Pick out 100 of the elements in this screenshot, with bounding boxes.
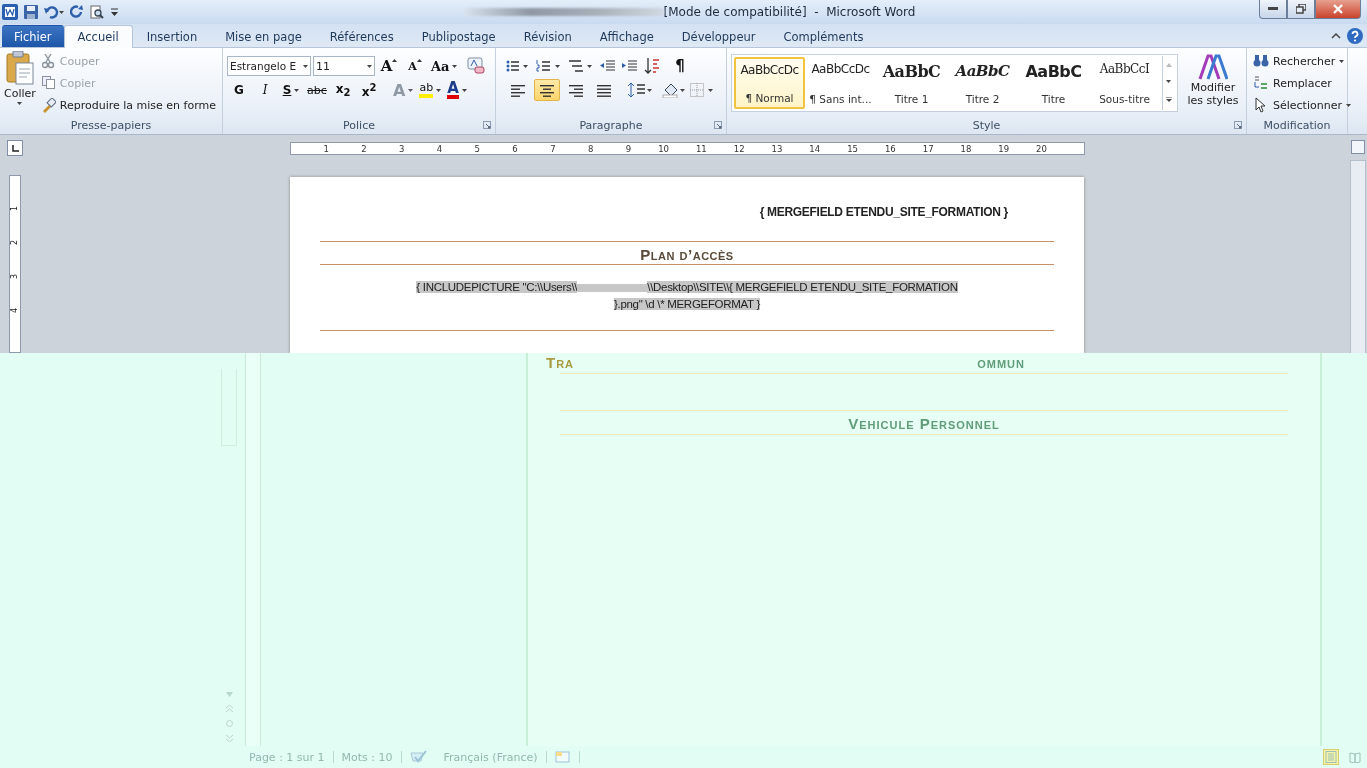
- clear-format-icon[interactable]: [466, 57, 485, 75]
- spellcheck-icon[interactable]: [409, 750, 428, 764]
- ruler-number: 16: [883, 143, 896, 154]
- ruler-number: 14: [808, 143, 821, 154]
- customize-toolbar-icon[interactable]: [110, 5, 120, 19]
- decrease-indent-icon[interactable]: [600, 59, 616, 73]
- caret-icon: [367, 64, 372, 68]
- print-preview-icon[interactable]: [90, 5, 104, 19]
- ruler-number: 4: [435, 143, 443, 154]
- clipboard-command[interactable]: Reproduire la mise en forme: [39, 95, 218, 115]
- bullets-icon[interactable]: [506, 59, 530, 73]
- group-label: Modification: [1263, 118, 1331, 132]
- group-label: Style: [972, 118, 1001, 132]
- help-icon[interactable]: [1347, 28, 1363, 44]
- minimize-button[interactable]: [1259, 0, 1287, 19]
- group-label: Police: [343, 118, 375, 132]
- close-icon: [1333, 4, 1343, 14]
- word-logo-icon[interactable]: [2, 4, 18, 20]
- change-styles-button[interactable]: Modifier les styles: [1184, 51, 1242, 116]
- ruler-number: 19: [997, 143, 1010, 154]
- strikethrough-button[interactable]: abc: [305, 80, 329, 100]
- page-icon: [1325, 751, 1337, 763]
- horizontal-ruler[interactable]: 1 2 3 4 5 6 7 8 9 10 11 12 13 14 15 16 17 18 19 20: [290, 142, 1085, 155]
- file-tab[interactable]: Fichier: [2, 25, 64, 47]
- restore-button[interactable]: [1287, 0, 1315, 19]
- paste-button[interactable]: Coller: [4, 51, 36, 116]
- align-lines-icon: [540, 83, 554, 97]
- caret-icon: [16, 102, 23, 106]
- ribbon-tab[interactable]: Développeur: [667, 25, 770, 47]
- ribbon-tab[interactable]: Références: [315, 25, 408, 47]
- increase-indent-icon[interactable]: [622, 59, 638, 73]
- align-center-button[interactable]: [534, 79, 560, 101]
- paintbrush-icon: [41, 97, 56, 113]
- change-case-button[interactable]: Aa: [429, 56, 459, 76]
- ruler-number: 3: [10, 273, 20, 280]
- align-lines-icon: [511, 83, 525, 97]
- dialog-launcher-icon[interactable]: [1234, 121, 1242, 129]
- dialog-launcher-icon[interactable]: [483, 121, 491, 129]
- window-title: [Mode de compatibilité] - Microsoft Word: [663, 5, 916, 19]
- style-item[interactable]: AaBbCcDc ¶ Normal: [734, 57, 805, 109]
- ruler-number: 9: [624, 143, 632, 154]
- dialog-launcher-icon[interactable]: [714, 121, 722, 129]
- caret-icon: [451, 64, 457, 68]
- line-spacing-icon[interactable]: [628, 82, 652, 98]
- style-item[interactable]: AaBbC Titre: [1018, 57, 1089, 109]
- numbering-icon[interactable]: [536, 59, 562, 73]
- undo-icon[interactable]: [44, 5, 64, 19]
- gallery-scroll[interactable]: [1162, 56, 1175, 110]
- view-ruler-button[interactable]: [1351, 140, 1365, 154]
- collapse-ribbon-icon[interactable]: [1331, 32, 1341, 40]
- ruler-number: 12: [732, 143, 745, 154]
- close-button[interactable]: [1315, 0, 1361, 19]
- bold-button[interactable]: G: [227, 80, 251, 100]
- style-item[interactable]: AaBbC Titre 1: [876, 57, 947, 109]
- underline-button[interactable]: S: [279, 80, 303, 100]
- ruler-number: 7: [549, 143, 556, 154]
- ribbon-tab[interactable]: Publipostage: [407, 25, 510, 47]
- ribbon-tab[interactable]: Compléments: [769, 25, 878, 47]
- multilevel-list-icon[interactable]: [568, 59, 594, 73]
- caret-icon: [461, 88, 467, 92]
- ruler-number: 5: [473, 143, 480, 154]
- sort-icon[interactable]: [644, 58, 662, 74]
- heading-fragment: Tra: [546, 353, 575, 371]
- ribbon-tab[interactable]: Révision: [509, 25, 586, 47]
- font-name-field[interactable]: Estrangelo E: [227, 56, 311, 76]
- styles-letters-icon: [1198, 53, 1228, 81]
- replace-icon: [1253, 75, 1269, 91]
- ribbon-tab[interactable]: Accueil: [63, 25, 133, 48]
- editing-command[interactable]: Rechercher: [1251, 51, 1343, 71]
- editing-command[interactable]: Remplacer: [1251, 73, 1343, 93]
- style-item[interactable]: AaBbC Titre 2: [947, 57, 1018, 109]
- section-heading: Plan d’accès: [639, 245, 735, 264]
- ribbon-tab[interactable]: Affichage: [585, 25, 668, 47]
- shading-icon[interactable]: [662, 82, 686, 98]
- ribbon-tab[interactable]: Insertion: [132, 25, 212, 47]
- caret-up-icon: [416, 59, 422, 62]
- font-size-field[interactable]: 11: [313, 56, 375, 76]
- ruler-number: 6: [511, 143, 518, 154]
- superscript-button[interactable]: x$^{2}$: [357, 80, 381, 100]
- style-item[interactable]: AaBbCcI Sous-titre: [1089, 57, 1160, 109]
- ruler-number: 2: [360, 143, 367, 154]
- highlight-button[interactable]: ab: [417, 80, 444, 100]
- ruler-number: 10: [657, 143, 669, 154]
- caret-icon: [1339, 59, 1345, 63]
- editing-command[interactable]: Sélectionner: [1251, 95, 1343, 115]
- show-formatting-button[interactable]: ¶: [668, 56, 692, 76]
- redo-icon[interactable]: [70, 5, 84, 19]
- italic-button[interactable]: I: [253, 80, 277, 100]
- save-icon[interactable]: [24, 5, 38, 19]
- grow-font-button[interactable]: A: [377, 56, 401, 76]
- ruler-number: 17: [921, 143, 934, 154]
- tab-selector-button[interactable]: [7, 140, 23, 156]
- style-item[interactable]: AaBbCcDc ¶ Sans int...: [805, 57, 876, 109]
- ribbon-tab[interactable]: Mise en page: [211, 25, 316, 47]
- align-lines-icon: [569, 83, 583, 97]
- font-color-button[interactable]: A: [445, 80, 470, 100]
- scrollbar[interactable]: [1350, 160, 1366, 353]
- subscript-button[interactable]: x$_{2}$: [331, 80, 355, 100]
- caret-icon: [436, 88, 442, 92]
- shrink-font-button[interactable]: A: [403, 56, 427, 76]
